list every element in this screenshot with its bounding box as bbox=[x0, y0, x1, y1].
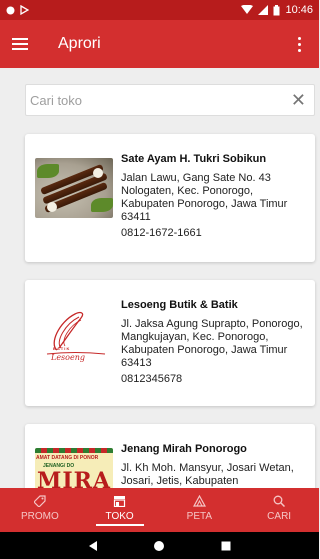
store-name: Jenang Mirah Ponorogo bbox=[121, 443, 247, 455]
search-input[interactable] bbox=[30, 92, 291, 108]
app-title: Aprori bbox=[58, 35, 101, 52]
battery-icon bbox=[273, 4, 280, 15]
back-icon[interactable] bbox=[87, 540, 99, 552]
map-icon bbox=[192, 494, 206, 508]
wifi-icon bbox=[241, 5, 254, 14]
clock: 10:46 bbox=[285, 4, 313, 16]
store-card[interactable]: AMAT DATANG DI PONOR JENANG/ DO MIRA Jen… bbox=[25, 424, 315, 488]
store-banner: AMAT DATANG DI PONOR JENANG/ DO MIRA bbox=[35, 448, 113, 488]
recents-icon[interactable] bbox=[220, 540, 232, 552]
store-card[interactable]: B A T I K Lesoeng Lesoeng Butik & Batik … bbox=[25, 280, 315, 406]
notification-dot-icon bbox=[6, 6, 15, 14]
bottom-navigation: PROMO TOKO PETA CARI bbox=[0, 488, 319, 532]
banner-line-1: AMAT DATANG DI PONOR bbox=[36, 455, 99, 461]
store-address: Jl. Kh Moh. Mansyur, Josari Wetan, Josar… bbox=[121, 462, 294, 487]
nav-cari-label: CARI bbox=[267, 511, 292, 522]
hamburger-menu-icon[interactable] bbox=[12, 32, 36, 56]
logo-text: Lesoeng bbox=[51, 353, 85, 362]
nav-cari[interactable]: CARI bbox=[239, 488, 319, 532]
nav-promo[interactable]: PROMO bbox=[0, 488, 80, 532]
play-store-icon bbox=[20, 5, 29, 15]
signal-icon bbox=[258, 5, 269, 15]
store-card[interactable]: Sate Ayam H. Tukri Sobikun Jalan Lawu, G… bbox=[25, 134, 315, 262]
tag-icon bbox=[33, 494, 46, 508]
store-name: Lesoeng Butik & Batik bbox=[121, 299, 238, 311]
home-icon[interactable] bbox=[153, 540, 165, 552]
store-photo bbox=[35, 158, 113, 218]
nav-peta[interactable]: PETA bbox=[160, 488, 240, 532]
banner-word: MIRA bbox=[37, 468, 111, 488]
logo-sub-text: B A T I K bbox=[53, 346, 70, 351]
store-name: Sate Ayam H. Tukri Sobikun bbox=[121, 153, 267, 165]
store-address: Jalan Lawu, Gang Sate No. 43 Nologaten, … bbox=[121, 172, 288, 223]
store-phone: 0812345678 bbox=[121, 373, 183, 385]
nav-toko-label: TOKO bbox=[95, 511, 144, 526]
store-list[interactable]: ✕ Sate Ayam H. Tukri Sobikun Jalan Lawu,… bbox=[0, 68, 319, 488]
nav-promo-label: PROMO bbox=[20, 511, 59, 522]
status-bar: 10:46 bbox=[0, 0, 319, 20]
store-logo: B A T I K Lesoeng bbox=[35, 304, 113, 364]
app-bar: Aprori bbox=[0, 20, 319, 68]
store-phone: 0812-1672-1661 bbox=[121, 227, 202, 239]
nav-peta-label: PETA bbox=[186, 511, 213, 522]
search-bar: ✕ bbox=[25, 84, 315, 116]
store-icon bbox=[113, 494, 126, 508]
more-options-icon[interactable] bbox=[291, 32, 307, 56]
clear-icon[interactable]: ✕ bbox=[291, 91, 306, 109]
nav-toko[interactable]: TOKO bbox=[80, 488, 160, 532]
store-address: Jl. Jaksa Agung Suprapto, Ponorogo, Mang… bbox=[121, 318, 303, 369]
search-icon bbox=[273, 494, 286, 508]
system-navigation-bar bbox=[0, 532, 319, 559]
